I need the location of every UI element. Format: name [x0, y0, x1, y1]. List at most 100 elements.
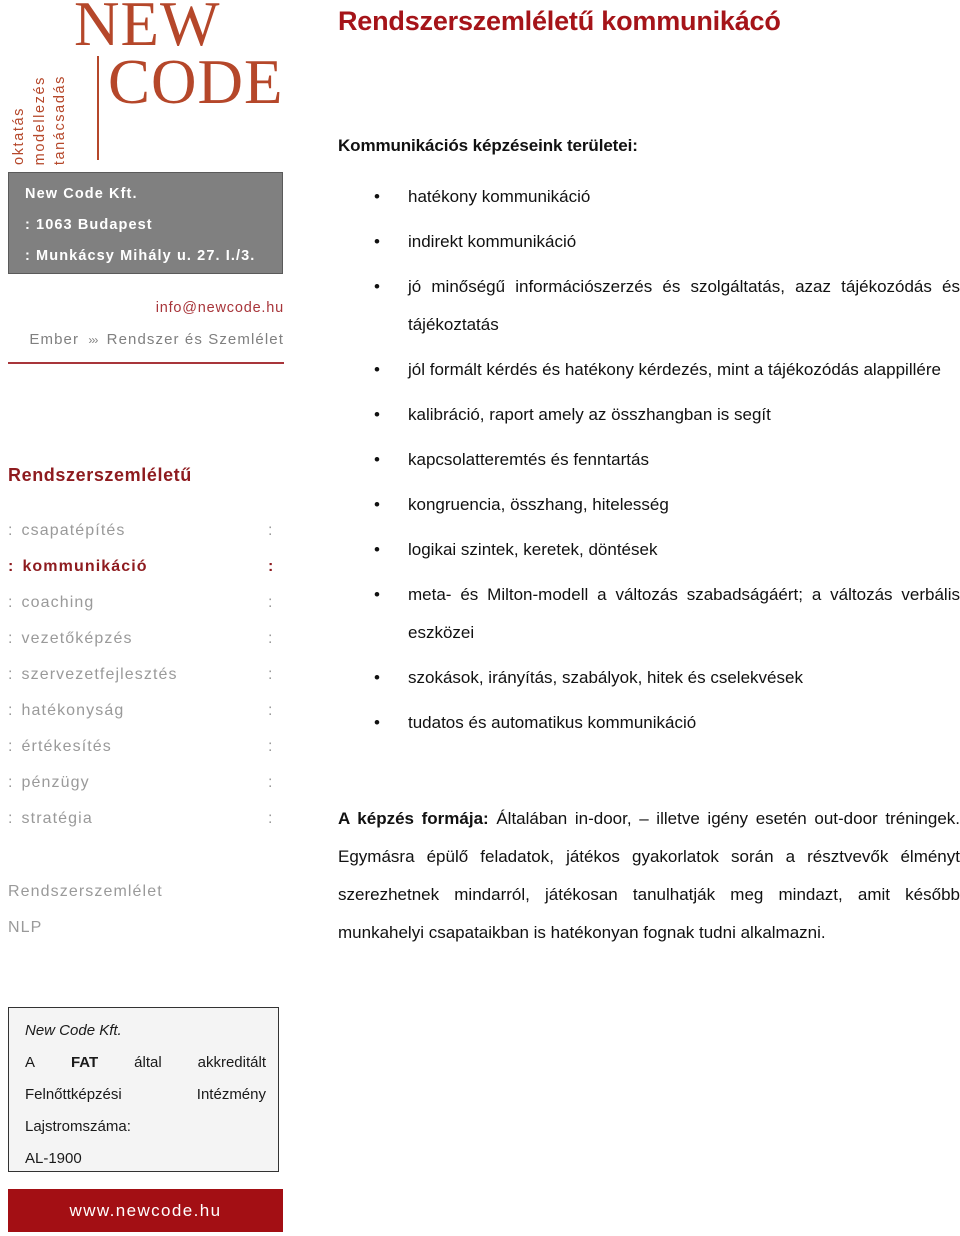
training-area-item: tudatos és automatikus kommunikáció: [338, 704, 960, 742]
sidebar: oktatás modellezés tanácsadás NEW CODE N…: [0, 0, 300, 1236]
accreditation-felnottkepzesi: Felnőttképzési: [25, 1086, 122, 1103]
sidebar-item-label: vezetőképzés: [21, 630, 133, 647]
sidebar-divider: [8, 362, 284, 364]
training-area-item: kapcsolatteremtés és fenntartás: [338, 441, 960, 479]
sidebar-item-rt-kes-t-s[interactable]: : értékesítés:: [8, 729, 284, 765]
training-area-label: szokások, irányítás, szabályok, hitek és…: [408, 668, 803, 687]
accreditation-akkreditalt: akkreditált: [197, 1054, 266, 1071]
training-area-label: tudatos és automatikus kommunikáció: [408, 713, 697, 732]
sidebar-item-coaching[interactable]: : coaching:: [8, 585, 284, 621]
training-area-item: jó minőségű információszerzés és szolgál…: [338, 268, 960, 344]
nav-colon-left: :: [8, 774, 14, 791]
accreditation-a: A: [25, 1054, 36, 1071]
closing-paragraph: A képzés formája: Általában in-door, – i…: [338, 800, 960, 952]
sidebar-item-label: hatékonyság: [21, 702, 125, 719]
nav-colon-right: :: [268, 810, 274, 827]
training-area-label: kalibráció, raport amely az összhangban …: [408, 405, 771, 424]
accreditation-line-3: Felnőttképzési Intézmény: [25, 1079, 266, 1111]
sidebar-item-label: kommunikáció: [22, 558, 148, 575]
training-area-label: meta- és Milton-modell a változás szabad…: [408, 585, 960, 642]
sidebar-item-label: coaching: [21, 594, 95, 611]
nav-colon-left: :: [8, 738, 14, 755]
address-city: : 1063 Budapest: [25, 217, 153, 233]
accreditation-fat: FAT: [70, 1054, 99, 1071]
sidebar-item-label: szervezetfejlesztés: [21, 666, 178, 683]
accreditation-registry-number: AL-1900: [25, 1150, 82, 1167]
closing-body: Általában in-door, – illetve igény eseté…: [338, 809, 960, 942]
sidebar-item-label: értékesítés: [21, 738, 112, 755]
logo-wordmark: NEW CODE: [68, 0, 298, 117]
company-logo[interactable]: oktatás modellezés tanácsadás NEW CODE: [0, 0, 300, 165]
sidebar-item-label: pénzügy: [21, 774, 90, 791]
accreditation-altal: által: [134, 1054, 162, 1071]
training-area-item: meta- és Milton-modell a változás szabad…: [338, 576, 960, 652]
areas-heading: Kommunikációs képzéseink területei:: [338, 136, 638, 155]
logo-keyword-tanacsadas: tanácsadás: [52, 74, 68, 165]
sidebar-item-vezet-k-pz-s[interactable]: : vezetőképzés:: [8, 621, 284, 657]
nav-colon-left: :: [8, 666, 14, 683]
training-area-label: jó minőségű információszerzés és szolgál…: [408, 277, 960, 334]
training-area-label: indirekt kommunikáció: [408, 232, 577, 251]
accreditation-company: New Code Kft.: [25, 1022, 122, 1039]
training-area-item: szokások, irányítás, szabályok, hitek és…: [338, 659, 960, 697]
training-area-label: jól formált kérdés és hatékony kérdezés,…: [408, 360, 941, 379]
sidebar-nav-list: : csapatépítés:: kommunikáció:: coaching:: v…: [8, 513, 284, 837]
website-bar[interactable]: www.newcode.hu: [8, 1189, 283, 1232]
nav-colon-left: :: [8, 810, 14, 827]
nav-colon-left: :: [8, 702, 14, 719]
main-content: Rendszerszemléletű kommunikácó Kommuniká…: [338, 0, 960, 1236]
accreditation-intezmeny: Intézmény: [196, 1086, 266, 1103]
nav-colon-left: :: [8, 558, 15, 575]
nav-colon-right: :: [268, 666, 274, 683]
training-area-item: indirekt kommunikáció: [338, 223, 960, 261]
sidebar-item-nlp[interactable]: NLP: [8, 910, 163, 946]
nav-colon-left: :: [8, 522, 14, 539]
sidebar-item-csapat-p-t-s[interactable]: : csapatépítés:: [8, 513, 284, 549]
company-slogan: Ember ››› Rendszer és Szemlélet: [0, 331, 284, 348]
training-area-label: kapcsolatteremtés és fenntartás: [408, 450, 649, 469]
email-link[interactable]: info@newcode.hu: [0, 300, 284, 316]
slogan-after: Rendszer és Szemlélet: [106, 331, 284, 348]
training-area-item: logikai szintek, keretek, döntések: [338, 531, 960, 569]
website-url[interactable]: www.newcode.hu: [8, 1189, 283, 1232]
sidebar-item-rendszerszemlelet[interactable]: Rendszerszemlélet: [8, 874, 163, 910]
training-area-item: kalibráció, raport amely az összhangban …: [338, 396, 960, 434]
nav-colon-right: :: [268, 522, 274, 539]
logo-wordmark-new: NEW: [74, 0, 221, 59]
nav-colon-right: :: [268, 774, 274, 791]
sidebar-item-label: stratégia: [21, 810, 93, 827]
slogan-before: Ember: [29, 331, 80, 348]
closing-lead: A képzés formája:: [338, 809, 489, 828]
page-title: Rendszerszemléletű kommunikácó: [338, 6, 781, 36]
sidebar-item-szervezetfejleszt-s[interactable]: : szervezetfejlesztés:: [8, 657, 284, 693]
accreditation-line-2: A FAT által akkreditált: [25, 1047, 266, 1079]
chevrons-icon: ›››: [88, 333, 98, 347]
sidebar-item-hat-konys-g[interactable]: : hatékonyság:: [8, 693, 284, 729]
nav-colon-right: :: [268, 558, 275, 575]
accreditation-registry-label: Lajstromszáma:: [25, 1118, 131, 1135]
nav-colon-right: :: [268, 594, 274, 611]
sidebar-item-strat-gia[interactable]: : stratégia:: [8, 801, 284, 837]
training-areas-list: hatékony kommunikáció indirekt kommunikác…: [338, 178, 960, 749]
nav-colon-left: :: [8, 594, 14, 611]
nav-section-title: Rendszerszemléletű: [8, 465, 192, 485]
nav-colon-right: :: [268, 738, 274, 755]
sidebar-nav-extra: Rendszerszemlélet NLP: [8, 874, 163, 946]
training-area-item: kongruencia, összhang, hitelesség: [338, 486, 960, 524]
sidebar-item-label: csapatépítés: [21, 522, 126, 539]
training-area-item: hatékony kommunikáció: [338, 178, 960, 216]
logo-wordmark-code: CODE: [108, 46, 284, 117]
accreditation-box: New Code Kft. A FAT által akkreditált Fe…: [8, 1007, 279, 1172]
nav-colon-right: :: [268, 630, 274, 647]
nav-colon-right: :: [268, 702, 274, 719]
logo-keyword-oktatas: oktatás: [11, 107, 27, 165]
address-box: New Code Kft. : 1063 Budapest : Munkácsy…: [8, 172, 283, 274]
nav-colon-left: :: [8, 630, 14, 647]
sidebar-item-kommunik-ci[interactable]: : kommunikáció:: [8, 549, 284, 585]
logo-keyword-modellezes: modellezés: [31, 75, 48, 165]
training-area-label: logikai szintek, keretek, döntések: [408, 540, 658, 559]
training-area-label: kongruencia, összhang, hitelesség: [408, 495, 669, 514]
address-company: New Code Kft.: [25, 186, 138, 202]
training-area-item: jól formált kérdés és hatékony kérdezés,…: [338, 351, 960, 389]
sidebar-item-p-nz-gy[interactable]: : pénzügy:: [8, 765, 284, 801]
